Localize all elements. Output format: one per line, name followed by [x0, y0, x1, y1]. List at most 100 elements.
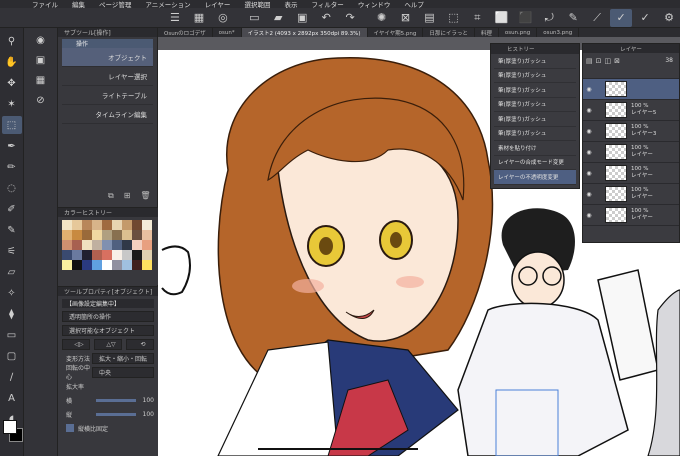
stabilizer-icon[interactable]: ✓ [610, 8, 633, 27]
blend-icon[interactable]: ✧ [2, 284, 22, 302]
selectable-object-select[interactable]: 選択可能なオブジェクト [62, 324, 154, 336]
history-item-current[interactable]: レイヤーの不透明度変更 [494, 170, 576, 185]
tab-doc-7[interactable]: osun3.png [537, 28, 580, 37]
history-item[interactable]: 筆(厚塗り)ガッシュ [494, 98, 576, 112]
color-history-swatch[interactable] [72, 230, 82, 240]
visibility-eye-icon[interactable]: ◉ [583, 212, 595, 219]
color-history-swatch[interactable] [82, 230, 92, 240]
tab-doc-1[interactable]: osun* [213, 28, 242, 37]
color-history-swatch[interactable] [122, 230, 132, 240]
height-slider[interactable] [96, 412, 136, 416]
operation-tool-icon[interactable]: ⬚ [1, 116, 22, 134]
history-item[interactable]: 素材を貼り付け [494, 141, 576, 156]
grid-icon[interactable]: ▦ [188, 9, 210, 27]
color-history-swatch[interactable] [72, 250, 82, 260]
transform-icon[interactable]: ⬚ [442, 9, 464, 27]
visibility-eye-icon[interactable]: ◉ [583, 107, 595, 114]
text-icon[interactable]: A [2, 389, 22, 407]
history-item[interactable]: 筆(厚塗り)ガッシュ [494, 127, 576, 141]
color-history-swatch[interactable] [62, 230, 72, 240]
color-history-swatch[interactable] [142, 250, 152, 260]
new-file-icon[interactable]: ▭ [243, 9, 265, 27]
redo-icon[interactable]: ↷ [339, 9, 361, 27]
history-item[interactable]: 筆(厚塗り)ガッシュ [494, 83, 576, 98]
sub-tool-timeline[interactable]: タイムライン編集 [62, 105, 153, 124]
visibility-eye-icon[interactable]: ◉ [583, 170, 595, 177]
tab-doc-5[interactable]: 料理 [475, 28, 499, 37]
move-tool-icon[interactable]: ✥ [2, 74, 22, 92]
color-history-swatch[interactable] [112, 220, 122, 230]
color-history-swatch[interactable] [82, 260, 92, 270]
color-history-swatch[interactable] [122, 250, 132, 260]
tab-doc-0[interactable]: Osunのロゴデザ [158, 28, 213, 37]
color-history-swatch[interactable] [132, 230, 142, 240]
camera-icon[interactable]: ▦ [31, 72, 51, 88]
lasso-icon[interactable]: ◌ [2, 179, 22, 197]
open-folder-icon[interactable]: ▰ [267, 9, 289, 27]
flip-vertical-button[interactable]: △▽ [94, 338, 122, 350]
color-history-swatch[interactable] [112, 240, 122, 250]
layer-row[interactable]: ◉ [583, 79, 679, 100]
center-select[interactable]: 中央 [92, 366, 154, 378]
color-history-swatch[interactable] [92, 250, 102, 260]
history-item[interactable]: 筆(厚塗り)ガッシュ [494, 69, 576, 83]
color-history-swatch[interactable] [142, 220, 152, 230]
history-item[interactable]: レイヤーの合成モード変更 [494, 156, 576, 170]
tab-doc-3[interactable]: イヤイヤ期5.png [368, 28, 424, 37]
color-history-swatch[interactable] [62, 240, 72, 250]
airbrush-icon[interactable]: ⚟ [2, 242, 22, 260]
color-history-swatch[interactable] [102, 220, 112, 230]
color-history-swatch[interactable] [132, 220, 142, 230]
layer-row[interactable]: ◉ 100 % レイヤー [583, 184, 679, 205]
color-history-swatch[interactable] [132, 260, 142, 270]
subtool-toggle-icon[interactable]: ▣ [31, 52, 51, 68]
rotate-icon[interactable]: ⤾ [538, 9, 560, 27]
color-history-swatch[interactable] [142, 260, 152, 270]
eraser-icon[interactable]: ▱ [2, 263, 22, 281]
no-entry-icon[interactable]: ⊘ [31, 92, 51, 108]
tab-doc-6[interactable]: osun.png [499, 28, 538, 37]
line-icon[interactable]: ∕ [2, 368, 22, 386]
color-history-swatch[interactable] [112, 260, 122, 270]
copy-subtool-icon[interactable]: ⧉ [108, 191, 114, 201]
layer-row[interactable]: ◉ 100 % レイヤー3 [583, 121, 679, 142]
color-history-swatch[interactable] [102, 240, 112, 250]
layer-opacity-value[interactable]: 38 [665, 57, 673, 64]
layer-row[interactable]: ◉ 100 % レイヤー5 [583, 100, 679, 121]
height-value[interactable]: 100 [140, 411, 154, 418]
figure-icon[interactable]: ▢ [2, 347, 22, 365]
transparency-select[interactable]: 透明箇所の操作 [62, 310, 154, 322]
color-history-swatch[interactable] [62, 220, 72, 230]
history-item[interactable]: 筆(厚塗り)ガッシュ [494, 54, 576, 69]
color-history-swatch[interactable] [122, 240, 132, 250]
settings-icon[interactable]: ⚙ [658, 9, 680, 27]
width-slider[interactable] [96, 398, 136, 402]
color-history-swatch[interactable] [92, 240, 102, 250]
color-history-swatch[interactable] [62, 260, 72, 270]
lock-icon[interactable]: ⊡ [596, 57, 602, 65]
auto-select-icon[interactable]: ✶ [2, 95, 22, 113]
color-history-swatch[interactable] [72, 240, 82, 250]
reset-button[interactable]: ⟲ [126, 338, 154, 350]
color-history-swatch[interactable] [132, 250, 142, 260]
delete-subtool-icon[interactable]: 🗑 [140, 191, 150, 201]
color-history-swatch[interactable] [102, 260, 112, 270]
crop-icon[interactable]: ⌗ [466, 9, 488, 27]
color-history-swatch[interactable] [92, 260, 102, 270]
eyedropper-icon[interactable]: ✒ [2, 137, 22, 155]
pencil-icon[interactable]: ✐ [2, 200, 22, 218]
transform-select[interactable]: 拡大・縮小・回転 [92, 352, 154, 364]
sub-tool-layer-select[interactable]: レイヤー選択 [62, 67, 153, 86]
pen-tool-icon[interactable]: ✏ [2, 158, 22, 176]
flip-horizontal-button[interactable]: ◁▷ [62, 338, 90, 350]
keep-ratio-checkbox[interactable] [66, 424, 74, 432]
color-history-swatch[interactable] [102, 250, 112, 260]
color-history-swatch[interactable] [132, 240, 142, 250]
sub-tool-object[interactable]: オブジェクト [62, 48, 153, 67]
undo-icon[interactable]: ↶ [315, 9, 337, 27]
color-history-swatch[interactable] [82, 220, 92, 230]
layer-row[interactable]: ◉ 100 % レイヤー [583, 205, 679, 226]
clip-icon[interactable]: ◎ [212, 9, 234, 27]
slash-icon[interactable]: ⟋ [586, 9, 608, 27]
tab-doc-4[interactable]: 日那にイラっと [423, 28, 475, 37]
